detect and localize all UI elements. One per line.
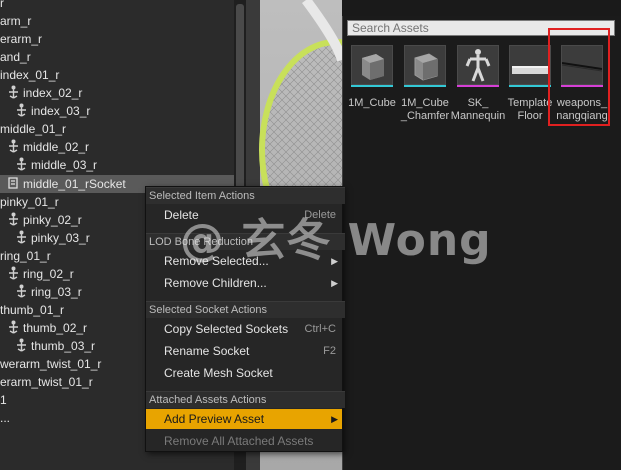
tree-row-bone[interactable]: index_03_r [0,102,234,120]
tree-row-label: index_01_r [0,68,60,82]
bone-icon [16,284,27,298]
tree-row-bone[interactable]: r [0,0,234,12]
tree-row-label: and_r [0,50,31,64]
tree-row-label: middle_01_rSocket [23,177,126,191]
menu-item-copy-sockets-shortcut: Ctrl+C [304,323,336,335]
menu-item-create-mesh-socket[interactable]: Create Mesh Socket [146,363,342,383]
tree-row-label: 1 [0,393,7,407]
tree-row-label: werarm_twist_01_r [0,357,102,371]
tree-row-bone[interactable]: and_r [0,48,234,66]
tree-row-label: middle_01_r [0,122,67,136]
tree-row-label: thumb_01_r [0,303,65,317]
tree-row-label: pinky_03_r [31,231,90,245]
asset-thumbnail [351,45,393,85]
bone-icon [16,103,27,117]
bone-icon [8,320,19,334]
asset-thumbnail [457,45,499,85]
tree-row-bone[interactable]: middle_03_r [0,156,234,174]
submenu-arrow-icon: ▶ [331,414,338,424]
tree-row-label: erarm_r [0,32,43,46]
asset-name: SK_ Mannequin [450,97,506,122]
socket-icon [8,176,19,190]
section-attached-assets-actions: Attached Assets Actions [146,391,345,408]
bone-icon [8,266,19,280]
menu-item-rename-socket[interactable]: Rename Socket F2 [146,341,342,361]
tree-row-bone[interactable]: middle_02_r [0,138,234,156]
tree-row-label: ... [0,411,11,425]
menu-item-add-preview-asset[interactable]: Add Preview Asset ▶ [146,409,342,429]
tree-row-bone[interactable]: arm_r [0,12,234,30]
tree-row-label: middle_03_r [31,158,98,172]
menu-item-copy-sockets-label: Copy Selected Sockets [164,322,289,336]
asset-name: 1M_Cube [348,97,396,109]
menu-item-add-preview-asset-label: Add Preview Asset [164,412,265,426]
asset-tile-1m-cube-chamfer[interactable]: 1M_Cube _Chamfer [401,45,449,123]
menu-item-remove-children-label: Remove Children... [164,276,267,290]
tree-row-label: index_02_r [23,86,83,100]
bone-icon [16,230,27,244]
tree-row-label: index_03_r [31,104,91,118]
asset-tile-template-floor[interactable]: Template Floor [508,45,552,123]
tree-row-bone[interactable]: middle_01_r [0,120,234,138]
tree-row-label: thumb_02_r [23,321,88,335]
asset-thumbnail [509,45,551,85]
tree-row-label: erarm_twist_01_r [0,375,93,389]
tree-row-label: ring_03_r [31,285,82,299]
menu-item-remove-all-attached-assets[interactable]: Remove All Attached Assets [146,431,342,451]
bone-icon [16,338,27,352]
submenu-arrow-icon: ▶ [331,278,338,288]
asset-thumbnail [404,45,446,85]
tree-row-label: pinky_01_r [0,195,59,209]
menu-item-rename-socket-shortcut: F2 [323,345,336,357]
asset-tile-sk-mannequin[interactable]: SK_ Mannequin [451,45,505,123]
bone-icon [16,157,27,171]
section-selected-socket-actions: Selected Socket Actions [146,301,345,318]
tree-row-label: pinky_02_r [23,213,82,227]
menu-item-remove-children[interactable]: Remove Children... ▶ [146,273,342,293]
asset-name: 1M_Cube _Chamfer [400,97,450,122]
tree-row-label: thumb_03_r [31,339,96,353]
section-selected-item-actions: Selected Item Actions [146,187,345,204]
tree-row-label: arm_r [0,14,32,28]
menu-item-create-mesh-socket-label: Create Mesh Socket [164,366,273,380]
watermark-text: @ 玄冬 Wong [180,215,492,266]
menu-item-copy-selected-sockets[interactable]: Copy Selected Sockets Ctrl+C [146,319,342,339]
annotation-highlight-box [548,28,610,126]
bone-icon [8,212,19,226]
tree-row-label: r [0,0,4,10]
tree-row-label: ring_01_r [0,249,51,263]
asset-tile-1m-cube[interactable]: 1M_Cube [348,45,396,110]
menu-item-remove-all-attached-label: Remove All Attached Assets [164,434,314,448]
tree-row-bone[interactable]: index_02_r [0,84,234,102]
tree-row-label: ring_02_r [23,267,74,281]
menu-item-rename-socket-label: Rename Socket [164,344,250,358]
tree-row-label: middle_02_r [23,140,90,154]
tree-row-bone[interactable]: index_01_r [0,66,234,84]
bone-icon [8,85,19,99]
bone-icon [8,139,19,153]
tree-row-bone[interactable]: erarm_r [0,30,234,48]
